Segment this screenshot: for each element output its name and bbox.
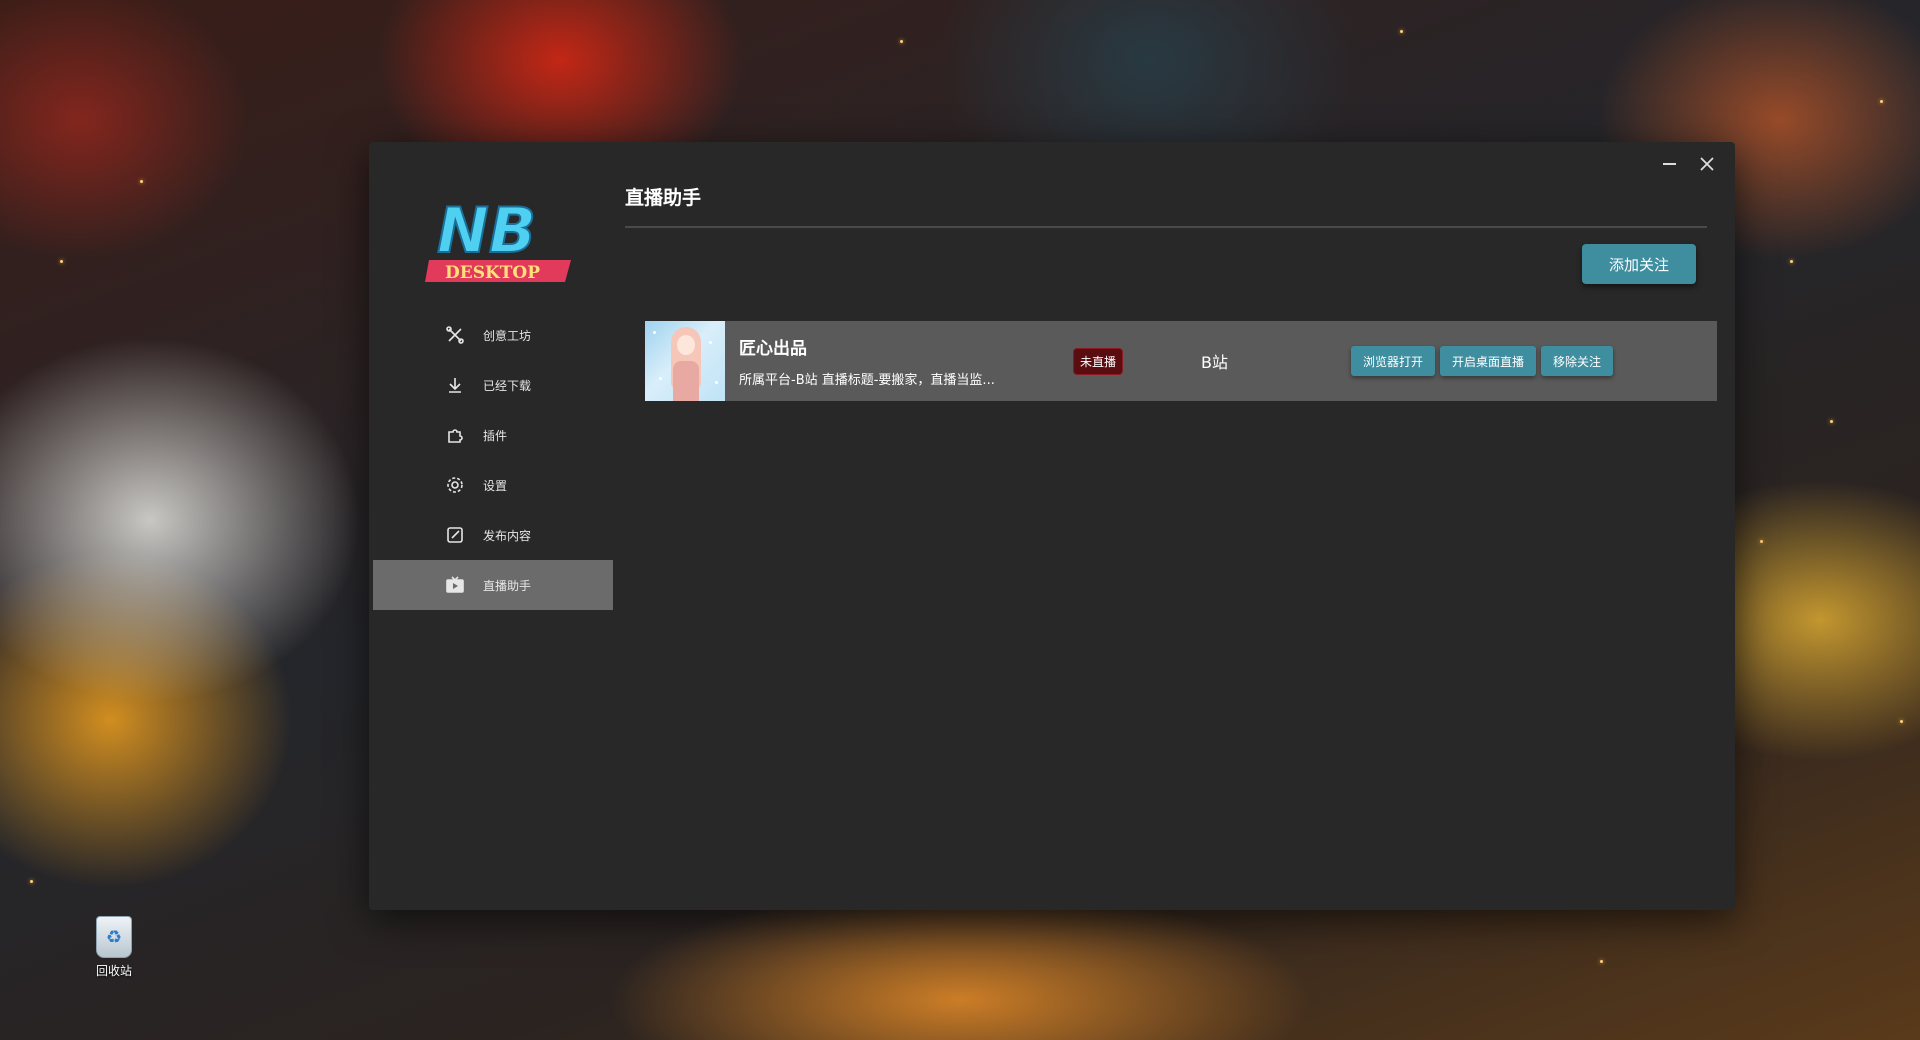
start-desktop-live-button[interactable]: 开启桌面直播 (1440, 346, 1537, 376)
sidebar-item-downloaded[interactable]: 已经下载 (373, 360, 613, 410)
remove-follow-button[interactable]: 移除关注 (1541, 346, 1614, 376)
sidebar-item-plugins[interactable]: 插件 (373, 410, 613, 460)
list-item: 匠心出品 所属平台-B站 直播标题-要搬家，直播当监... 未直播 B站 浏览器… (645, 321, 1717, 401)
app-window: NB DESKTOP 创意工坊 已经下载 插件 设置 发布内容 直播助手 直播助… (369, 142, 1735, 910)
recycle-bin-icon (96, 916, 132, 958)
sidebar-item-workshop[interactable]: 创意工坊 (373, 310, 613, 360)
sidebar-item-label: 发布内容 (483, 528, 532, 543)
sidebar-item-live-assistant[interactable]: 直播助手 (373, 560, 613, 610)
download-icon (445, 375, 465, 395)
stream-info: 匠心出品 所属平台-B站 直播标题-要搬家，直播当监... (739, 334, 1039, 388)
streamer-name: 匠心出品 (739, 339, 807, 359)
recycle-bin[interactable]: 回收站 (84, 916, 144, 979)
minimize-icon (1662, 163, 1676, 165)
sidebar-item-label: 创意工坊 (483, 328, 532, 343)
open-in-browser-button[interactable]: 浏览器打开 (1351, 346, 1436, 376)
sidebar-item-label: 已经下载 (483, 378, 532, 393)
gear-icon (445, 475, 465, 495)
status-badge: 未直播 (1073, 347, 1124, 375)
add-follow-button[interactable]: 添加关注 (1582, 244, 1696, 284)
sidebar-item-label: 插件 (483, 428, 508, 443)
page-title: 直播助手 (625, 188, 1707, 228)
minimize-button[interactable] (1659, 154, 1679, 174)
streamer-avatar (645, 321, 725, 401)
sidebar-item-publish[interactable]: 发布内容 (373, 510, 613, 560)
app-logo: NB DESKTOP (425, 182, 575, 292)
logo-text-sub: DESKTOP (445, 263, 540, 283)
sidebar-item-settings[interactable]: 设置 (373, 460, 613, 510)
sidebar-item-label: 设置 (483, 478, 508, 493)
tools-icon (445, 325, 465, 345)
window-controls (1659, 154, 1717, 174)
puzzle-icon (445, 425, 465, 445)
edit-icon (445, 525, 465, 545)
platform-label: B站 (1201, 353, 1228, 372)
recycle-bin-label: 回收站 (95, 964, 132, 978)
logo-text-main: NB (437, 194, 536, 267)
close-icon (1700, 157, 1714, 171)
main-content: 直播助手 添加关注 (625, 188, 1707, 284)
sidebar-nav: 创意工坊 已经下载 插件 设置 发布内容 直播助手 (373, 310, 613, 610)
sidebar-item-label: 直播助手 (483, 578, 532, 593)
stream-details: 所属平台-B站 直播标题-要搬家，直播当监... (739, 373, 995, 388)
stream-actions: 浏览器打开 开启桌面直播 移除关注 (1351, 346, 1614, 376)
tv-icon (445, 575, 465, 595)
sidebar: NB DESKTOP 创意工坊 已经下载 插件 设置 发布内容 直播助手 (373, 142, 613, 910)
close-button[interactable] (1697, 154, 1717, 174)
